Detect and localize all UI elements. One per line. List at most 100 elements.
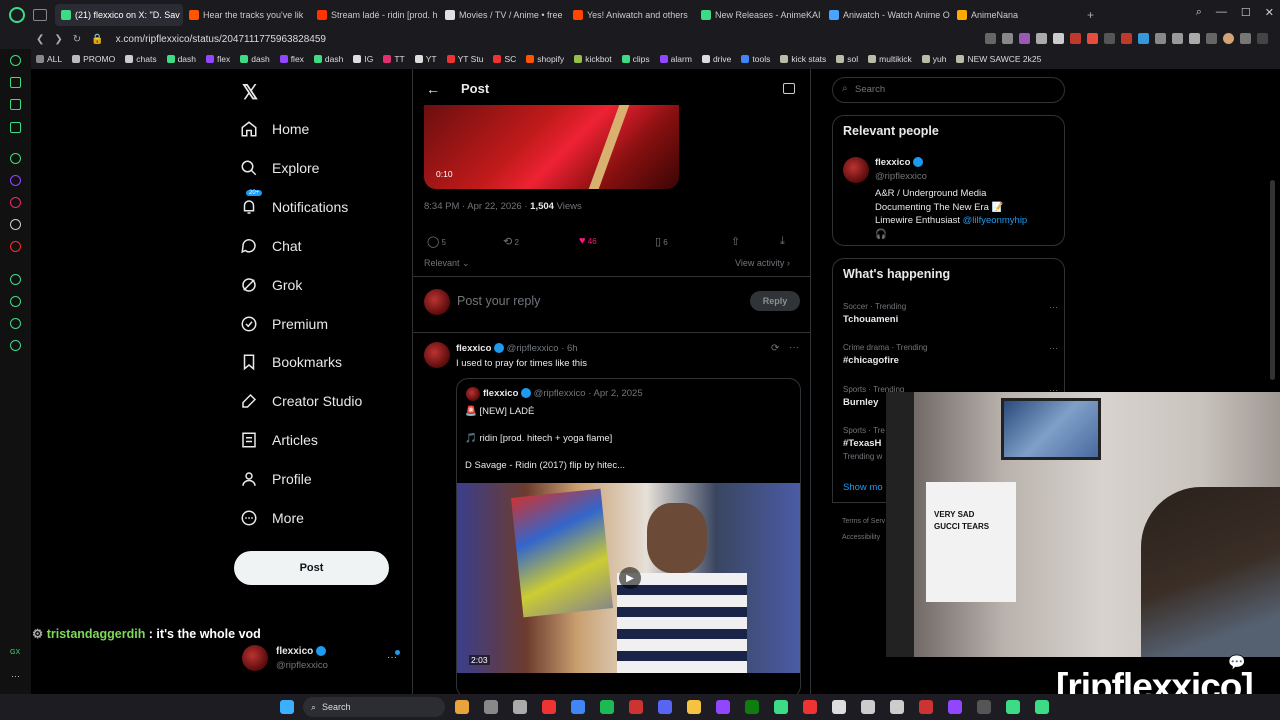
sidebar-app-icon[interactable] xyxy=(10,241,21,252)
bookmark-item[interactable]: IG xyxy=(353,54,373,64)
sidebar-music-icon[interactable] xyxy=(10,77,21,88)
discord-icon[interactable] xyxy=(658,700,672,714)
extension-icon[interactable] xyxy=(1053,33,1064,44)
file-explorer-icon[interactable] xyxy=(484,700,498,714)
extension-icon[interactable] xyxy=(1121,33,1132,44)
app-icon[interactable] xyxy=(832,700,846,714)
bookmark-item[interactable]: PROMO xyxy=(72,54,115,64)
sidebar-history-icon[interactable] xyxy=(10,296,21,307)
reply-sort-dropdown[interactable]: Relevant ⌄ xyxy=(424,258,470,269)
sidebar-messenger-icon[interactable] xyxy=(10,122,21,133)
reply-action[interactable]: ◯ 5 xyxy=(427,235,446,248)
terms-link[interactable]: Terms of Serv xyxy=(842,518,885,525)
reply-avatar[interactable] xyxy=(424,342,450,368)
bookmark-item[interactable]: chats xyxy=(125,54,157,64)
grok-icon[interactable]: ⟳ xyxy=(771,343,779,354)
sidebar-gx-label-icon[interactable]: GX xyxy=(10,649,20,656)
bookmark-item[interactable]: yuh xyxy=(921,54,946,64)
trend-item[interactable]: Soccer · Trending Tchouameni ··· xyxy=(843,302,1058,325)
extension-icon[interactable] xyxy=(1206,33,1217,44)
extension-icon[interactable] xyxy=(1070,33,1081,44)
browser-tab[interactable]: Stream ladé - ridin [prod. h xyxy=(311,4,439,26)
bookmark-action[interactable]: ▯ 6 xyxy=(655,235,668,248)
post-button[interactable]: Post xyxy=(234,551,389,585)
sidebar-discord-icon[interactable] xyxy=(10,153,21,164)
reply-more-icon[interactable]: ··· xyxy=(789,342,799,353)
search-input[interactable]: Search xyxy=(855,84,885,95)
quoted-post[interactable]: flexxico @ripflexxico · Apr 2, 2025 🚨 [N… xyxy=(456,378,801,698)
minimize-icon[interactable]: — xyxy=(1216,6,1227,19)
bookmark-item[interactable]: ALL xyxy=(36,54,62,64)
bookmark-item[interactable]: flex xyxy=(206,54,230,64)
relevant-avatar[interactable] xyxy=(843,157,869,183)
chrome-icon[interactable] xyxy=(571,700,585,714)
bookmark-item[interactable]: dash xyxy=(313,54,343,64)
app-icon[interactable] xyxy=(948,700,962,714)
like-action[interactable]: ♥ 46 xyxy=(579,235,597,247)
browser-tab[interactable]: Aniwatch - Watch Anime O xyxy=(823,4,951,26)
play-icon[interactable]: ▶ xyxy=(619,567,641,589)
sidebar-extensions-icon[interactable] xyxy=(10,318,21,329)
repost-action[interactable]: ⟲ 2 xyxy=(503,235,519,248)
xbox-icon[interactable] xyxy=(745,700,759,714)
browser-tab[interactable]: New Releases - AnimeKAI xyxy=(695,4,823,26)
extension-icon[interactable] xyxy=(1155,33,1166,44)
spotify-icon[interactable] xyxy=(600,700,614,714)
bookmark-item[interactable]: dash xyxy=(240,54,270,64)
extension-icon[interactable] xyxy=(1036,33,1047,44)
nav-item-creator-studio[interactable]: Creator Studio xyxy=(240,392,362,410)
nav-item-profile[interactable]: Profile xyxy=(240,470,312,488)
opera-gx-icon[interactable] xyxy=(542,700,556,714)
reply-author-name[interactable]: flexxico xyxy=(456,343,491,354)
share-icon[interactable]: ⇧ xyxy=(731,235,740,248)
browser-tab[interactable]: Movies / TV / Anime • free xyxy=(439,4,567,26)
trend-more-icon[interactable]: ··· xyxy=(1049,302,1058,312)
app-icon[interactable] xyxy=(1006,700,1020,714)
opera-gx-logo-icon[interactable] xyxy=(9,6,25,23)
taskbar-search[interactable]: ⌕ Search xyxy=(303,697,445,717)
folder-icon[interactable] xyxy=(687,700,701,714)
bookmark-item[interactable]: kickbot xyxy=(574,54,612,64)
extension-icon[interactable] xyxy=(1104,33,1115,44)
new-tab-plus-icon[interactable]: + xyxy=(1087,8,1094,22)
opera-icon[interactable] xyxy=(629,700,643,714)
nav-item-home[interactable]: Home xyxy=(240,120,309,138)
sidebar-instagram-icon[interactable] xyxy=(10,197,21,208)
nav-item-premium[interactable]: Premium xyxy=(240,315,328,333)
close-window-icon[interactable]: ✕ xyxy=(1265,6,1274,19)
show-more-link[interactable]: Show mo xyxy=(843,482,883,493)
browser-tab[interactable]: AnimeNana xyxy=(951,4,1079,26)
forward-icon[interactable]: ❯ xyxy=(54,34,62,45)
trend-more-icon[interactable]: ··· xyxy=(1049,343,1058,353)
view-activity-link[interactable]: View activity › xyxy=(735,258,790,268)
reload-icon[interactable]: ↻ xyxy=(73,34,81,45)
reply-button[interactable]: Reply xyxy=(750,291,800,311)
reply-author-handle[interactable]: @ripflexxico xyxy=(507,343,559,354)
app-icon[interactable] xyxy=(803,700,817,714)
download-icon[interactable] xyxy=(1240,33,1251,44)
extension-icon[interactable] xyxy=(1138,33,1149,44)
bookmark-item[interactable]: clips xyxy=(621,54,650,64)
sidebar-settings-icon[interactable] xyxy=(10,340,21,351)
sidebar-twitch-icon[interactable] xyxy=(10,175,21,186)
accessibility-link[interactable]: Accessibility xyxy=(842,534,880,541)
bookmark-item[interactable]: shopify xyxy=(526,54,564,64)
bookmark-item[interactable]: YT xyxy=(414,54,437,64)
reader-mode-icon[interactable] xyxy=(783,83,795,94)
extension-icon[interactable] xyxy=(985,33,996,44)
bookmark-item[interactable]: flex xyxy=(279,54,304,64)
sidebar-wallet-icon[interactable] xyxy=(10,99,21,110)
extension-icon[interactable] xyxy=(1172,33,1183,44)
account-avatar[interactable] xyxy=(242,645,268,671)
maximize-icon[interactable]: ☐ xyxy=(1241,6,1251,19)
account-name[interactable]: flexxico xyxy=(276,646,327,657)
bookmark-item[interactable]: alarm xyxy=(659,54,692,64)
extension-icon[interactable] xyxy=(1087,33,1098,44)
nav-item-notifications[interactable]: 20+ Notifications xyxy=(240,189,348,216)
bookmark-item[interactable]: multikick xyxy=(868,54,912,64)
start-windows-icon[interactable] xyxy=(280,700,294,714)
sidebar-gx-corner-icon[interactable] xyxy=(10,55,21,66)
bookmark-item[interactable]: sol xyxy=(836,54,858,64)
back-icon[interactable]: ❮ xyxy=(36,34,44,45)
reply-input[interactable]: Post your reply xyxy=(457,294,540,308)
